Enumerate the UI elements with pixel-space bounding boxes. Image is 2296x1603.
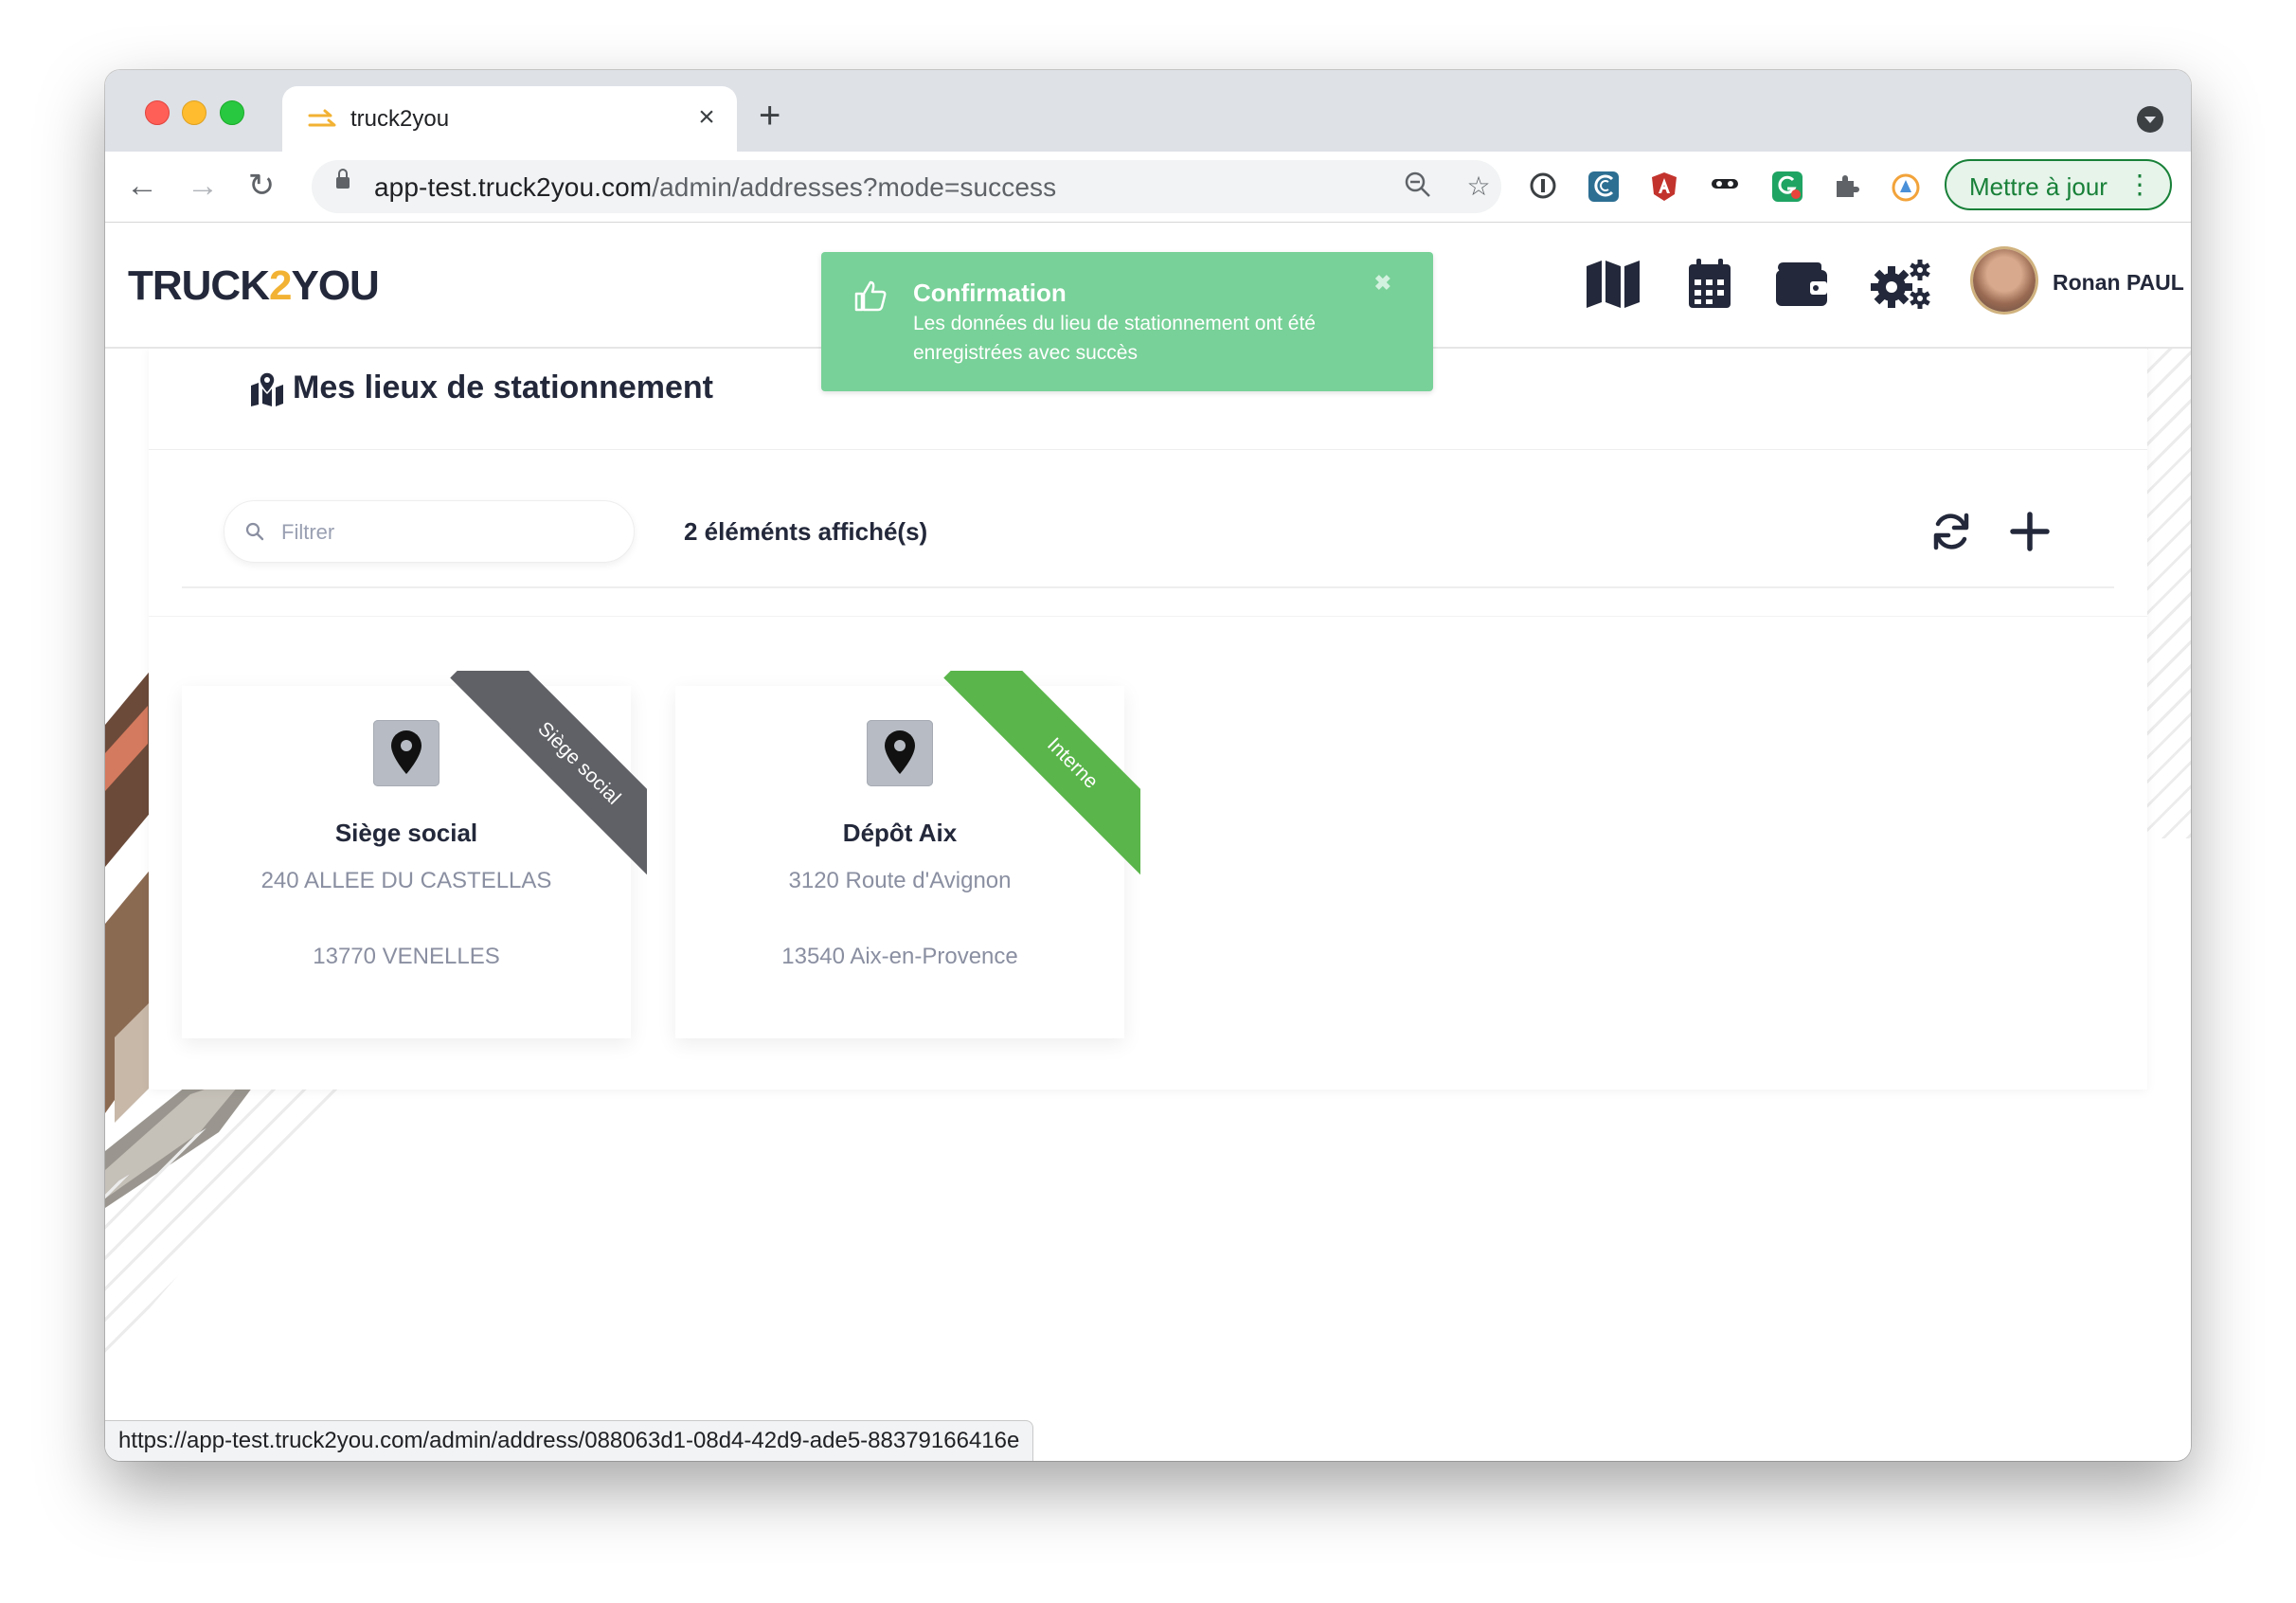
- ribbon-container: Siège social: [429, 671, 647, 889]
- profile-extension-icon[interactable]: [1890, 171, 1920, 202]
- calendar-icon[interactable]: [1681, 259, 1738, 310]
- confirmation-toast: Confirmation Les données du lieu de stat…: [821, 252, 1433, 391]
- map-pin-icon: [391, 730, 422, 774]
- more-vertical-icon[interactable]: ⋮: [2126, 169, 2153, 201]
- mask-glyph: [1712, 179, 1738, 189]
- link-status-bar: https://app-test.truck2you.com/admin/add…: [105, 1420, 1034, 1461]
- address-bar[interactable]: app-test.truck2you.com/admin/addresses?m…: [312, 160, 1501, 213]
- angular-shield-glyph: [1652, 172, 1677, 201]
- incognito-extension-icon[interactable]: [1710, 171, 1740, 202]
- place-name: Siège social: [334, 819, 478, 847]
- g-glyph: [1778, 175, 1801, 199]
- reload-icon[interactable]: ↻: [241, 165, 282, 207]
- truck2you-favicon-icon: [308, 109, 336, 127]
- user-name[interactable]: Ronan PAUL: [2053, 270, 2184, 296]
- toast-title: Confirmation: [913, 279, 1067, 307]
- search-icon: [245, 522, 264, 541]
- filter-field[interactable]: [224, 500, 635, 563]
- place-type-ribbon: Interne: [943, 671, 1140, 889]
- toast-close-icon[interactable]: ✖: [1374, 271, 1391, 296]
- divider: [149, 616, 2147, 617]
- logo-text-left: TRUCK: [128, 262, 270, 309]
- logo-text-right: YOU: [291, 262, 379, 309]
- refresh-icon[interactable]: [1929, 510, 1973, 553]
- place-street: 240 ALLEE DU CASTELLAS: [260, 868, 552, 893]
- tab-close-icon[interactable]: ×: [691, 100, 722, 135]
- avatar[interactable]: [1973, 249, 2036, 312]
- url-text[interactable]: app-test.truck2you.com/admin/addresses?m…: [374, 172, 1056, 203]
- lock-icon: [336, 169, 350, 189]
- tab-truck2you[interactable]: truck2you ×: [282, 86, 737, 152]
- page: TRUCK2YOU Ronan PAUL Confirmation Les do…: [105, 223, 2191, 1461]
- ribbon-container: Interne: [923, 671, 1140, 889]
- tab-title: truck2you: [350, 106, 450, 132]
- place-card-siege-social[interactable]: Siège social Siège social 240 ALLEE DU C…: [182, 671, 647, 1038]
- puzzle-glyph: [1837, 175, 1859, 197]
- update-label: Mettre à jour: [1969, 172, 2108, 201]
- item-count: 2 éléménts affiché(s): [684, 517, 928, 546]
- wallet-icon[interactable]: [1772, 259, 1829, 310]
- onepassword-extension-icon[interactable]: [1528, 171, 1558, 202]
- settings-icon[interactable]: [1869, 259, 1935, 310]
- toast-message: Les données du lieu de stationnement ont…: [913, 313, 1316, 364]
- map-marked-icon: [251, 372, 283, 406]
- thumbs-up-icon: [854, 280, 887, 312]
- map-icon[interactable]: [1585, 259, 1641, 310]
- browser-toolbar: ← → ↻ app-test.truck2you.com/admin/addre…: [105, 152, 2191, 223]
- browser-window: truck2you × + ← → ↻ app-test.truck2you.c…: [105, 70, 2191, 1461]
- page-title: Mes lieux de stationnement: [293, 369, 713, 405]
- cookie-extension-icon[interactable]: [1588, 171, 1619, 202]
- minimize-window-button[interactable]: [182, 100, 206, 125]
- url-path: /admin/addresses?mode=success: [652, 172, 1057, 202]
- angular-extension-icon[interactable]: [1649, 171, 1679, 202]
- place-city: 13770 VENELLES: [313, 944, 500, 969]
- place-city: 13540 Aix-en-Provence: [781, 944, 1018, 969]
- place-pin-tile: [373, 720, 439, 786]
- divider: [149, 449, 2147, 450]
- map-pin-icon: [885, 730, 915, 774]
- divider: [182, 586, 2114, 588]
- place-street: 3120 Route d'Avignon: [788, 868, 1012, 893]
- profile-sun-glyph: [1892, 173, 1920, 202]
- logo-text-accent: 2: [268, 262, 293, 309]
- url-domain: app-test.truck2you.com: [374, 172, 653, 202]
- zoom-icon[interactable]: [1402, 171, 1434, 203]
- zoom-out-glyph: [1405, 171, 1430, 197]
- grammar-extension-icon[interactable]: [1772, 171, 1803, 202]
- background-stripes-right: [2147, 346, 2191, 838]
- maximize-window-button[interactable]: [220, 100, 244, 125]
- tab-strip: truck2you × +: [105, 70, 2191, 152]
- addresses-panel: Mes lieux de stationnement 2 éléménts af…: [149, 347, 2147, 1090]
- forward-icon[interactable]: →: [182, 165, 224, 207]
- extensions-puzzle-icon[interactable]: [1831, 171, 1861, 202]
- truck2you-logo[interactable]: TRUCK2YOU: [128, 262, 380, 310]
- filter-input[interactable]: [279, 516, 615, 549]
- place-type-ribbon: Siège social: [450, 671, 647, 889]
- place-card-depot-aix[interactable]: Interne Dépôt Aix 3120 Route d'Avignon 1…: [675, 671, 1140, 1038]
- onepassword-glyph: [1530, 172, 1556, 199]
- place-name: Dépôt Aix: [842, 819, 958, 847]
- close-window-button[interactable]: [145, 100, 170, 125]
- wave-glyph: [1594, 174, 1614, 197]
- update-chrome-button[interactable]: Mettre à jour ⋮: [1945, 159, 2172, 210]
- place-pin-tile: [867, 720, 933, 786]
- bookmark-star-icon[interactable]: ☆: [1462, 171, 1495, 203]
- back-icon[interactable]: ←: [121, 165, 163, 207]
- new-tab-button[interactable]: +: [759, 97, 780, 135]
- add-place-button[interactable]: [2008, 510, 2052, 553]
- tab-search-icon[interactable]: [2137, 106, 2163, 133]
